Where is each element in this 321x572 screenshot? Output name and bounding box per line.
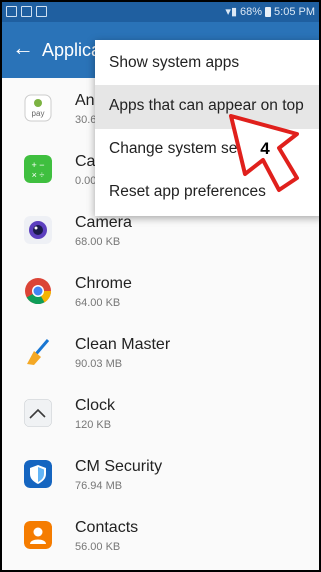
notification-icon bbox=[6, 6, 17, 17]
step-number: 4 bbox=[260, 139, 270, 158]
svg-text:pay: pay bbox=[32, 109, 45, 118]
back-arrow-icon[interactable]: ← bbox=[12, 35, 34, 61]
notification-icon bbox=[21, 6, 32, 17]
app-name: CM Security bbox=[75, 458, 163, 475]
shield-icon bbox=[24, 460, 52, 488]
app-name: Clock bbox=[75, 397, 116, 414]
chrome-icon bbox=[25, 278, 52, 305]
app-size: 68.00 KB bbox=[75, 236, 121, 248]
app-size: 120 KB bbox=[75, 419, 112, 431]
status-indicators: ▾▮ 68% 5:05 PM bbox=[225, 5, 315, 19]
clean-master-icon bbox=[27, 339, 50, 365]
svg-text:+ −: + − bbox=[31, 160, 44, 170]
contacts-icon bbox=[24, 521, 52, 549]
app-name: Clean Master bbox=[75, 336, 171, 353]
battery-icon bbox=[265, 6, 272, 17]
list-item[interactable]: Clean Master 90.03 MB bbox=[2, 322, 319, 383]
phone-screen: ▾▮ 68% 5:05 PM ← Applications pay Androi… bbox=[0, 0, 321, 572]
clock-time: 5:05 PM bbox=[274, 5, 315, 18]
battery-percent: 68% bbox=[240, 5, 263, 18]
android-pay-icon: pay bbox=[24, 94, 52, 122]
app-size: 64.00 KB bbox=[75, 297, 121, 309]
svg-text:× ÷: × ÷ bbox=[32, 170, 45, 180]
pointer-arrow-icon: 4 bbox=[229, 114, 299, 192]
menu-item-show-system-apps[interactable]: Show system apps bbox=[95, 42, 319, 86]
camera-icon bbox=[24, 216, 52, 244]
notification-icon bbox=[36, 6, 47, 17]
app-name: Contacts bbox=[75, 519, 139, 536]
app-size: 56.00 KB bbox=[75, 541, 121, 553]
list-item[interactable]: Chrome 64.00 KB bbox=[2, 261, 319, 322]
app-size: 76.94 MB bbox=[75, 480, 123, 492]
notification-icons bbox=[6, 6, 47, 17]
app-name: Chrome bbox=[75, 275, 132, 292]
calculator-icon: + − × ÷ bbox=[24, 155, 52, 183]
status-bar: ▾▮ 68% 5:05 PM bbox=[2, 2, 319, 22]
app-size: 90.03 MB bbox=[75, 358, 123, 370]
app-name: Camera bbox=[75, 214, 132, 231]
list-item[interactable]: CM Security 76.94 MB bbox=[2, 444, 319, 505]
clock-icon bbox=[24, 399, 52, 427]
list-item[interactable]: Contacts 56.00 KB bbox=[2, 505, 319, 566]
list-item[interactable]: Clock 120 KB bbox=[2, 383, 319, 444]
signal-icon: ▾▮ bbox=[225, 6, 237, 18]
